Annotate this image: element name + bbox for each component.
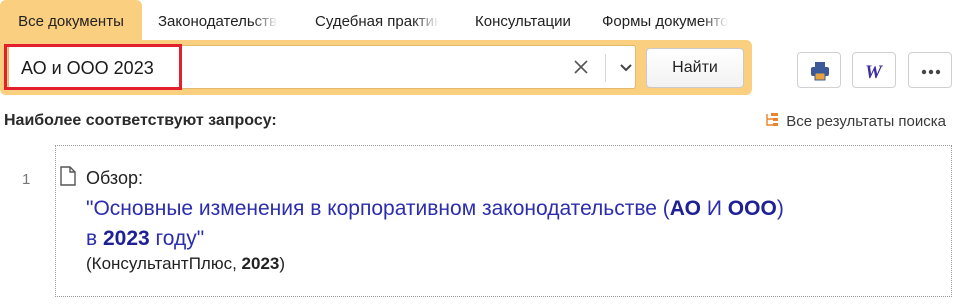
more-button[interactable] bbox=[908, 52, 952, 88]
source-text: ) bbox=[279, 254, 286, 273]
svg-text:W: W bbox=[865, 62, 883, 82]
title-keyword: АО bbox=[669, 197, 702, 220]
tab-court-practice[interactable]: Судебная практика bbox=[315, 0, 439, 44]
document-icon bbox=[60, 166, 76, 186]
all-results-label: Все результаты поиска bbox=[786, 113, 946, 130]
search-bar bbox=[0, 40, 752, 95]
title-text: ) bbox=[776, 197, 784, 220]
source-keyword: 2023 bbox=[241, 254, 280, 273]
find-button[interactable]: Найти bbox=[646, 48, 744, 88]
print-icon bbox=[811, 62, 829, 81]
word-export-button[interactable]: W bbox=[852, 52, 896, 88]
search-input[interactable] bbox=[19, 46, 563, 90]
divider bbox=[605, 54, 606, 82]
tree-icon bbox=[766, 113, 779, 126]
results-heading: Наиболее соответствуют запросу: bbox=[4, 112, 277, 129]
chevron-down-icon[interactable] bbox=[616, 55, 636, 79]
tab-consultations[interactable]: Консультации bbox=[475, 0, 585, 44]
tab-document-forms[interactable]: Формы документов bbox=[602, 0, 728, 44]
search-field bbox=[8, 45, 636, 90]
word-export-icon: W bbox=[865, 62, 883, 82]
print-button[interactable] bbox=[797, 52, 841, 88]
tab-all-documents[interactable]: Все документы bbox=[0, 0, 142, 44]
result-type: Обзор: bbox=[86, 168, 143, 188]
title-text: "Основные изменения в корпоративном зако… bbox=[86, 197, 670, 220]
result-number: 1 bbox=[22, 171, 31, 188]
more-icon bbox=[921, 69, 941, 75]
all-results-link[interactable]: Все результаты поиска bbox=[764, 112, 946, 130]
title-keyword: 2023 bbox=[103, 227, 150, 250]
result-source: (КонсультантПлюс, 2023) bbox=[86, 254, 285, 274]
source-text: (КонсультантПлюс, bbox=[86, 254, 242, 273]
title-text: И bbox=[701, 197, 728, 220]
title-text: году" bbox=[149, 227, 205, 250]
title-keyword: ООО bbox=[727, 197, 777, 220]
clear-icon[interactable] bbox=[569, 55, 593, 79]
tab-legislation[interactable]: Законодательство bbox=[158, 0, 278, 44]
title-text: в bbox=[86, 227, 103, 250]
tab-bar: Все документы Законодательство Судебная … bbox=[0, 0, 740, 44]
result-title-link[interactable]: "Основные изменения в корпоративном зако… bbox=[86, 194, 916, 254]
